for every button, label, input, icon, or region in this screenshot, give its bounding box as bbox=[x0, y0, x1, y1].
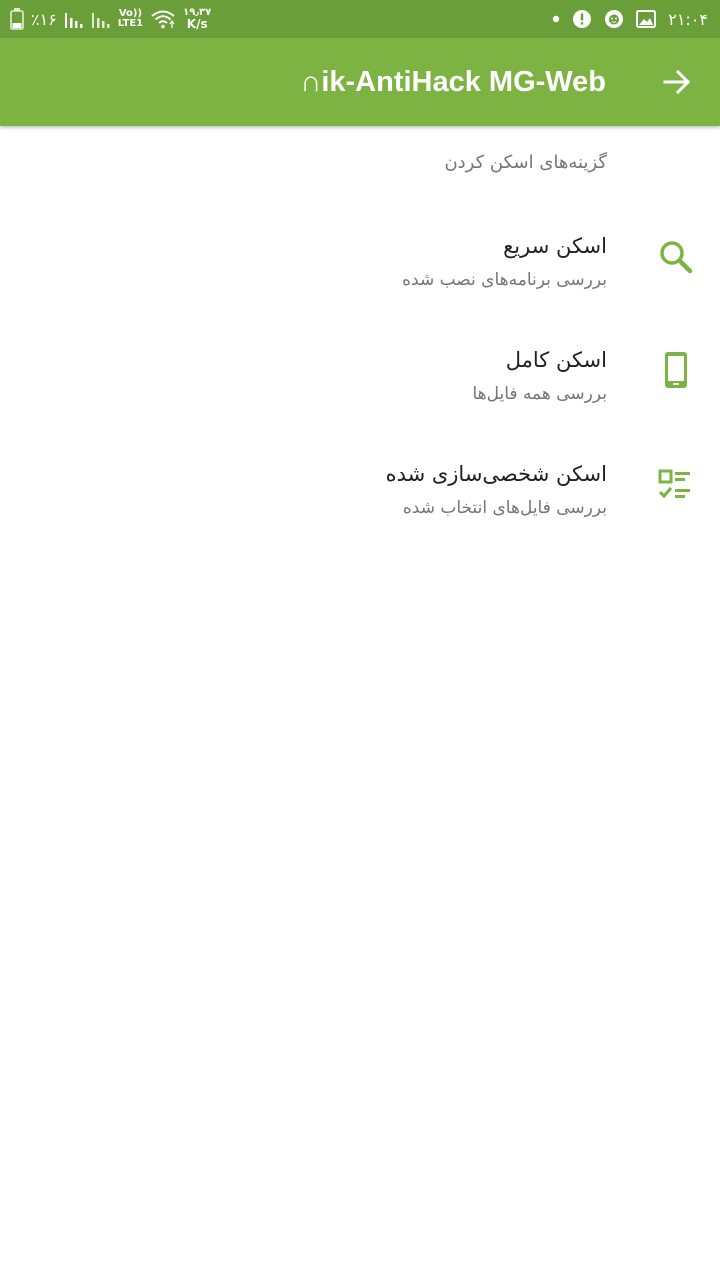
option-subtitle: بررسی برنامه‌های نصب شده bbox=[402, 270, 607, 290]
option-quick-scan[interactable]: اسکن سریع بررسی برنامه‌های نصب شده bbox=[0, 234, 720, 348]
checklist-icon bbox=[656, 465, 696, 505]
option-title: اسکن کامل bbox=[505, 348, 607, 372]
net-speed: ۱۹٫۳۷ K/s bbox=[183, 6, 212, 31]
alert-icon bbox=[572, 9, 592, 29]
wifi-icon bbox=[150, 9, 176, 29]
lion-icon bbox=[604, 9, 624, 29]
search-icon bbox=[656, 237, 696, 277]
option-full-scan[interactable]: اسکن کامل بررسی همه فایل‌ها bbox=[0, 348, 720, 462]
option-title: اسکن شخصی‌سازی شده bbox=[385, 462, 607, 486]
option-subtitle: بررسی فایل‌های انتخاب شده bbox=[402, 498, 607, 518]
option-title: اسکن سریع bbox=[503, 234, 607, 258]
lte-label: LTE1 bbox=[117, 18, 144, 29]
arrow-forward-icon[interactable] bbox=[662, 67, 692, 97]
status-bar-right: ۲۱:۰۴ bbox=[552, 0, 708, 38]
status-bar-left: ٪۱۶ Vo)) LTE1 ۱۹٫۳۷ K/s bbox=[10, 0, 211, 38]
section-header: گزینه‌های اسکن کردن bbox=[444, 152, 607, 173]
net-speed-value: ۱۹٫۳۷ bbox=[183, 6, 212, 18]
signal-icon-2 bbox=[91, 9, 111, 29]
status-bar: ٪۱۶ Vo)) LTE1 ۱۹٫۳۷ K/s ۲۱:۰۴ bbox=[0, 0, 720, 38]
option-subtitle: بررسی همه فایل‌ها bbox=[472, 384, 607, 404]
app-bar: ∩ik-AntiHack MG-Web bbox=[0, 38, 720, 126]
net-speed-unit: K/s bbox=[186, 16, 208, 31]
signal-icon bbox=[64, 9, 84, 29]
image-icon bbox=[636, 10, 657, 28]
dot-icon bbox=[552, 15, 560, 23]
battery-percent: ٪۱۶ bbox=[31, 9, 57, 29]
battery-icon bbox=[10, 8, 24, 30]
option-custom-scan[interactable]: اسکن شخصی‌سازی شده بررسی فایل‌های انتخاب… bbox=[0, 462, 720, 576]
app-title: ∩ik-AntiHack MG-Web bbox=[300, 66, 606, 98]
phone-icon bbox=[656, 350, 696, 390]
volte-indicator: Vo)) LTE1 bbox=[118, 9, 143, 29]
clock: ۲۱:۰۴ bbox=[668, 9, 708, 29]
